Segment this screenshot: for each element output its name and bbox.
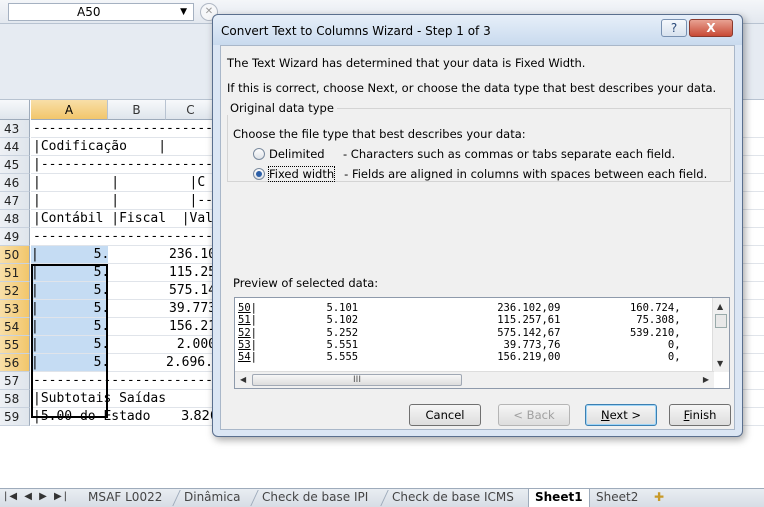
chevron-down-icon[interactable]: ▼: [180, 4, 187, 20]
scroll-thumb-horizontal[interactable]: III: [252, 374, 462, 386]
cell-c[interactable]: 2.696.0: [166, 354, 216, 371]
preview-row-text: | 5.252 575.142,67 539.210,: [250, 326, 681, 339]
option-delimited[interactable]: Delimited - Characters such as commas or …: [253, 147, 675, 161]
dialog-title-bar[interactable]: Convert Text to Columns Wizard - Step 1 …: [213, 15, 742, 45]
close-button[interactable]: X: [689, 19, 733, 37]
row-number[interactable]: 51: [0, 264, 30, 282]
sheet-tab-check-icms[interactable]: Check de base ICMS: [386, 489, 520, 507]
cell-a[interactable]: | 5.102: [31, 264, 108, 281]
row-number[interactable]: 46: [0, 174, 30, 192]
sheet-tab-sheet2[interactable]: Sheet2: [590, 489, 644, 507]
preview-row-text: | 5.555 156.219,00 0,: [250, 351, 681, 364]
next-mnemonic: N: [600, 408, 610, 422]
name-box-value: A50: [77, 5, 101, 19]
insert-sheet-icon[interactable]: ✚: [648, 489, 670, 507]
wizard-message: The Text Wizard has determined that your…: [227, 56, 586, 70]
preview-lines: 50| 5.101 236.102,09 160.724, 51| 5.102 1…: [238, 302, 712, 372]
cell-c[interactable]: 39.773: [166, 300, 216, 317]
preview-row: 50| 5.101 236.102,09 160.724,: [238, 302, 712, 314]
cell-c[interactable]: 115.25: [166, 264, 216, 281]
option-delimited-label: Delimited: [269, 147, 325, 161]
row-number[interactable]: 50: [0, 246, 30, 264]
row-number[interactable]: 43: [0, 120, 30, 138]
cell-c[interactable]: 156.21: [166, 318, 216, 335]
row-number[interactable]: 45: [0, 156, 30, 174]
row-number[interactable]: 53: [0, 300, 30, 318]
next-button-label: ext >: [609, 408, 642, 422]
preview-row-number: 52: [238, 326, 251, 339]
scroll-left-icon[interactable]: ◀: [240, 375, 246, 384]
cell-a[interactable]: | 5.949: [31, 354, 108, 371]
cell-a[interactable]: | 5.551: [31, 300, 108, 317]
sheet-tab-msaf[interactable]: MSAF L0022: [82, 489, 168, 507]
row-number[interactable]: 47: [0, 192, 30, 210]
preview-row-text: | 5.102 115.257,61 75.308,: [250, 314, 681, 327]
column-header-a[interactable]: A: [31, 100, 108, 120]
cell-a[interactable]: | 5.101: [31, 246, 108, 263]
radio-fixed-width[interactable]: [253, 168, 265, 180]
cell-a[interactable]: | 5.555: [31, 318, 108, 335]
row-number[interactable]: 54: [0, 318, 30, 336]
preview-row-number: 50: [238, 302, 251, 314]
option-fixed-width[interactable]: Fixed width - Fields are aligned in colum…: [253, 166, 708, 182]
row-number[interactable]: 59: [0, 408, 30, 426]
sheet-tab-sheet1[interactable]: Sheet1: [528, 489, 590, 507]
dialog-body: The Text Wizard has determined that your…: [220, 45, 735, 430]
row-number[interactable]: 52: [0, 282, 30, 300]
row-number[interactable]: 48: [0, 210, 30, 228]
text-to-columns-dialog: Convert Text to Columns Wizard - Step 1 …: [212, 14, 743, 437]
preview-row-text: | 5.551 39.773,76 0,: [250, 338, 681, 351]
row-number[interactable]: 58: [0, 390, 30, 408]
finish-button[interactable]: Finish: [669, 404, 731, 426]
group-title: Original data type: [227, 101, 337, 115]
select-all-corner[interactable]: [0, 100, 30, 120]
preview-row-number: 51: [238, 314, 251, 327]
scroll-thumb[interactable]: [715, 314, 727, 328]
row-number[interactable]: 55: [0, 336, 30, 354]
column-header-b[interactable]: B: [108, 100, 166, 120]
scroll-right-icon[interactable]: ▶: [703, 375, 709, 384]
next-button[interactable]: Next >: [585, 404, 657, 426]
row-number[interactable]: 49: [0, 228, 30, 246]
option-fixed-width-label: Fixed width: [267, 166, 336, 182]
row-number[interactable]: 56: [0, 354, 30, 372]
cell-c[interactable]: 575.14: [166, 282, 216, 299]
preview-row: 52| 5.252 575.142,67 539.210,: [238, 327, 712, 339]
sheet-tab-check-ipi[interactable]: Check de base IPI: [256, 489, 374, 507]
cell-a[interactable]: | 5.252: [31, 282, 108, 299]
choose-label: Choose the file type that best describes…: [233, 127, 526, 141]
row-number[interactable]: 44: [0, 138, 30, 156]
column-header-c[interactable]: C: [166, 100, 216, 120]
cell-c[interactable]: 236.10: [166, 246, 216, 263]
preview-row-number: 54: [238, 351, 251, 364]
scroll-up-icon[interactable]: ▲: [717, 302, 723, 311]
preview-row-text: | 5.101 236.102,09 160.724,: [250, 302, 681, 314]
preview-vertical-scrollbar[interactable]: ▲ ▼: [712, 298, 729, 372]
preview-row-number: 53: [238, 338, 251, 351]
help-button[interactable]: ?: [661, 19, 687, 37]
radio-delimited[interactable]: [253, 148, 265, 160]
option-delimited-desc: - Characters such as commas or tabs sepa…: [343, 147, 676, 161]
option-fixed-width-desc: - Fields are aligned in columns with spa…: [344, 167, 708, 181]
sheet-tab-dinamica[interactable]: Dinâmica: [178, 489, 247, 507]
cell-a[interactable]: | 5.915: [31, 336, 108, 353]
sheet-nav-arrows-icon[interactable]: |◀ ◀ ▶ ▶|: [4, 491, 69, 502]
sheet-tab-bar: |◀ ◀ ▶ ▶| MSAF L0022 Dinâmica Check de b…: [0, 488, 764, 507]
finish-button-label: inish: [689, 408, 717, 422]
preview-row: 53| 5.551 39.773,76 0,: [238, 339, 712, 351]
wizard-instruction: If this is correct, choose Next, or choo…: [227, 81, 717, 95]
back-button: < Back: [498, 404, 570, 426]
preview-row: 54| 5.555 156.219,00 0,: [238, 351, 712, 363]
data-preview[interactable]: 50| 5.101 236.102,09 160.724, 51| 5.102 1…: [234, 297, 730, 389]
dialog-title: Convert Text to Columns Wizard - Step 1 …: [221, 24, 491, 38]
preview-label: Preview of selected data:: [233, 276, 379, 290]
preview-row: 51| 5.102 115.257,61 75.308,: [238, 314, 712, 326]
name-box[interactable]: A50 ▼: [8, 3, 194, 21]
cancel-button[interactable]: Cancel: [409, 404, 481, 426]
row-number[interactable]: 57: [0, 372, 30, 390]
cell-c[interactable]: 2.000: [166, 336, 216, 353]
scroll-down-icon[interactable]: ▼: [717, 359, 723, 368]
preview-horizontal-scrollbar[interactable]: ◀ III ▶: [235, 371, 714, 388]
